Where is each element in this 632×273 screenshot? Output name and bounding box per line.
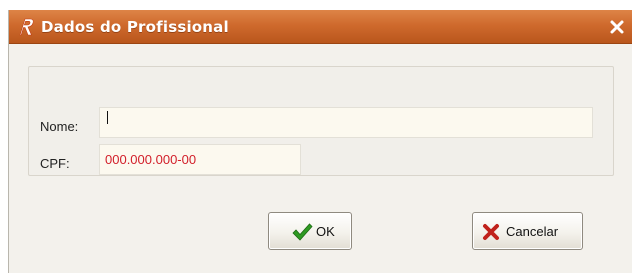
app-logo-icon bbox=[19, 18, 34, 36]
close-icon[interactable] bbox=[607, 18, 627, 36]
x-icon bbox=[483, 224, 499, 240]
dialog-window: Dados do Profissional Nome: CPF: OK Canc… bbox=[8, 10, 632, 273]
cancel-button[interactable]: Cancelar bbox=[472, 212, 583, 250]
cpf-label: CPF: bbox=[40, 156, 70, 171]
ok-button-label: OK bbox=[316, 224, 335, 239]
ok-button[interactable]: OK bbox=[268, 212, 352, 250]
title-bar[interactable]: Dados do Profissional bbox=[9, 10, 632, 44]
cancel-button-label: Cancelar bbox=[506, 224, 559, 239]
cpf-input[interactable] bbox=[99, 144, 301, 175]
dialog-body: Nome: CPF: OK Cancelar bbox=[9, 44, 632, 273]
text-caret bbox=[107, 111, 108, 124]
nome-label: Nome: bbox=[40, 119, 79, 134]
nome-input[interactable] bbox=[99, 107, 593, 138]
checkmark-icon bbox=[292, 223, 313, 241]
window-title: Dados do Profissional bbox=[41, 18, 229, 36]
